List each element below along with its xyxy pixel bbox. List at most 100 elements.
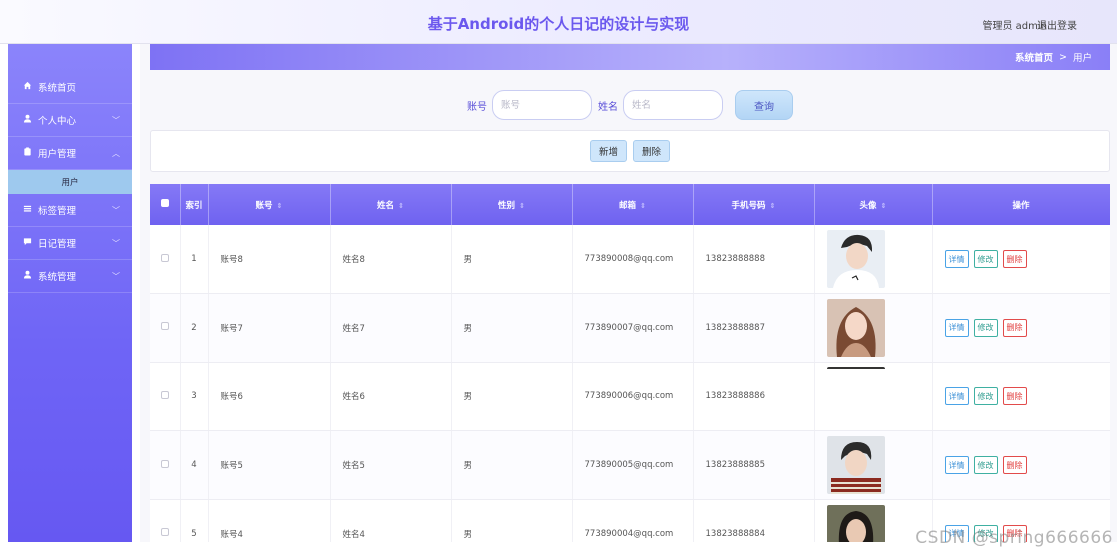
sidebar-item-label: 系统首页	[38, 83, 77, 94]
row-name: 姓名8	[330, 225, 452, 295]
sidebar-item-tags[interactable]: 标签管理 ﹀	[8, 194, 132, 227]
delete-button[interactable]: 删除	[1002, 318, 1027, 337]
row-index: 5	[180, 499, 209, 544]
app-title: 基于Android的个人日记的设计与实现	[427, 15, 690, 33]
row-account: 账号5	[208, 430, 331, 500]
sidebar-item-diary[interactable]: 日记管理 ﹀	[8, 227, 132, 260]
row-gender: 男	[451, 499, 573, 544]
row-checkbox[interactable]	[150, 293, 181, 363]
column-header-account[interactable]: 账号 ⇕	[208, 184, 331, 225]
logout-link[interactable]: 退出登录	[1037, 17, 1077, 32]
row-index: 4	[180, 430, 209, 500]
row-name: 姓名4	[330, 499, 452, 544]
row-phone: 13823888887	[693, 293, 815, 363]
breadcrumb: 系统首页 > 用户	[150, 44, 1110, 70]
row-phone: 13823888885	[693, 430, 815, 500]
name-search-input[interactable]	[623, 90, 723, 120]
list-icon	[21, 204, 33, 216]
column-header-name[interactable]: 姓名 ⇕	[330, 184, 452, 225]
delete-button[interactable]: 删除	[1002, 250, 1027, 269]
table-header-row: 索引 账号 ⇕ 姓名 ⇕ 性别 ⇕ 邮箱 ⇕ 手机号码 ⇕ 头像 ⇕ 操作	[150, 184, 1110, 225]
row-gender: 男	[451, 293, 573, 363]
sort-icon: ⇕	[398, 201, 404, 210]
search-bar: 账号 姓名 查询	[150, 88, 1110, 122]
bulk-delete-button[interactable]: 删除	[633, 140, 671, 162]
sidebar-item-label: 标签管理	[38, 206, 77, 217]
edit-button[interactable]: 修改	[973, 456, 998, 475]
sort-icon: ⇕	[640, 201, 646, 210]
detail-button[interactable]: 详情	[944, 250, 969, 269]
sidebar-item-label: 个人中心	[38, 116, 77, 127]
column-header-email[interactable]: 邮箱 ⇕	[572, 184, 694, 225]
sidebar-item-profile[interactable]: 个人中心 ﹀	[8, 104, 132, 137]
row-index: 3	[180, 362, 209, 432]
row-account: 账号7	[208, 293, 331, 363]
row-email: 773890006@qq.com	[572, 362, 694, 432]
sidebar-item-system[interactable]: 系统管理 ﹀	[8, 260, 132, 293]
sidebar-item-label: 用户管理	[38, 149, 77, 160]
column-header-avatar[interactable]: 头像 ⇕	[814, 184, 933, 225]
row-operations: 详情 修改 删除	[932, 293, 1110, 363]
row-avatar	[814, 430, 933, 500]
sidebar-item-label: 日记管理	[38, 239, 77, 250]
edit-button[interactable]: 修改	[973, 250, 998, 269]
delete-button[interactable]: 删除	[1002, 387, 1027, 406]
row-operations: 详情 修改 删除	[932, 430, 1110, 500]
detail-button[interactable]: 详情	[944, 456, 969, 475]
sidebar-item-home[interactable]: 系统首页	[8, 71, 132, 104]
account-label: 账号	[467, 101, 487, 113]
column-header-phone[interactable]: 手机号码 ⇕	[693, 184, 815, 225]
row-gender: 男	[451, 362, 573, 432]
search-button[interactable]: 查询	[735, 90, 793, 120]
chat-icon	[21, 237, 33, 249]
row-phone: 13823888886	[693, 362, 815, 432]
row-name: 姓名6	[330, 362, 452, 432]
row-phone: 13823888888	[693, 225, 815, 295]
breadcrumb-separator: >	[1059, 51, 1067, 63]
detail-button[interactable]: 详情	[944, 318, 969, 337]
sort-icon: ⇕	[769, 201, 776, 210]
top-bar: 基于Android的个人日记的设计与实现 管理员 admin 退出登录	[0, 0, 1117, 44]
sidebar-item-user-mgmt[interactable]: 用户管理 ︿	[8, 137, 132, 170]
sidebar: 系统首页 个人中心 ﹀ 用户管理 ︿ 用户 标签管理 ﹀ 日记管理 ﹀ 系统管理…	[8, 44, 132, 542]
row-gender: 男	[451, 225, 573, 295]
column-header-index: 索引	[180, 184, 209, 225]
user-icon	[21, 270, 33, 282]
detail-button[interactable]: 详情	[944, 387, 969, 406]
user-table: 索引 账号 ⇕ 姓名 ⇕ 性别 ⇕ 邮箱 ⇕ 手机号码 ⇕ 头像 ⇕ 操作 1 账号8 姓名8 男…	[150, 184, 1110, 544]
user-icon	[21, 114, 33, 126]
row-account: 账号6	[208, 362, 331, 432]
sort-icon: ⇕	[880, 201, 887, 210]
breadcrumb-current: 用户	[1072, 53, 1092, 64]
delete-button[interactable]: 删除	[1002, 456, 1027, 475]
add-button[interactable]: 新增	[589, 140, 627, 162]
row-checkbox[interactable]	[150, 225, 181, 295]
action-bar: 新增 删除	[150, 130, 1110, 172]
column-header-gender[interactable]: 性别 ⇕	[451, 184, 573, 225]
select-all-checkbox[interactable]	[150, 184, 181, 225]
edit-button[interactable]: 修改	[973, 318, 998, 337]
chevron-down-icon: ﹀	[112, 271, 120, 281]
row-checkbox[interactable]	[150, 430, 181, 500]
chevron-down-icon: ﹀	[112, 115, 120, 125]
clipboard-icon	[21, 147, 33, 159]
row-account: 账号8	[208, 225, 331, 295]
main-content: 系统首页 > 用户 账号 姓名 查询 新增 删除 索引 账号⇕ 姓名⇕ 性	[140, 44, 1117, 544]
row-email: 773890005@qq.com	[572, 430, 694, 500]
sort-icon: ⇕	[519, 201, 525, 210]
row-checkbox[interactable]	[150, 499, 181, 544]
sidebar-item-label: 系统管理	[38, 272, 77, 283]
edit-button[interactable]: 修改	[973, 387, 998, 406]
row-index: 1	[180, 225, 209, 295]
table-row: 2 账号7 姓名7 男 773890007@qq.com 13823888887 详情 修改删…	[150, 293, 1110, 363]
row-avatar	[814, 225, 933, 295]
sort-icon: ⇕	[276, 201, 283, 210]
row-gender: 男	[451, 430, 573, 500]
sidebar-subitem-users[interactable]: 用户	[8, 170, 132, 194]
column-header-operations: 操作	[932, 184, 1110, 225]
breadcrumb-home[interactable]: 系统首页	[1015, 50, 1053, 64]
row-checkbox[interactable]	[150, 362, 181, 432]
row-email: 773890004@qq.com	[572, 499, 694, 544]
account-search-input[interactable]	[492, 90, 592, 120]
chevron-up-icon: ︿	[112, 148, 120, 158]
